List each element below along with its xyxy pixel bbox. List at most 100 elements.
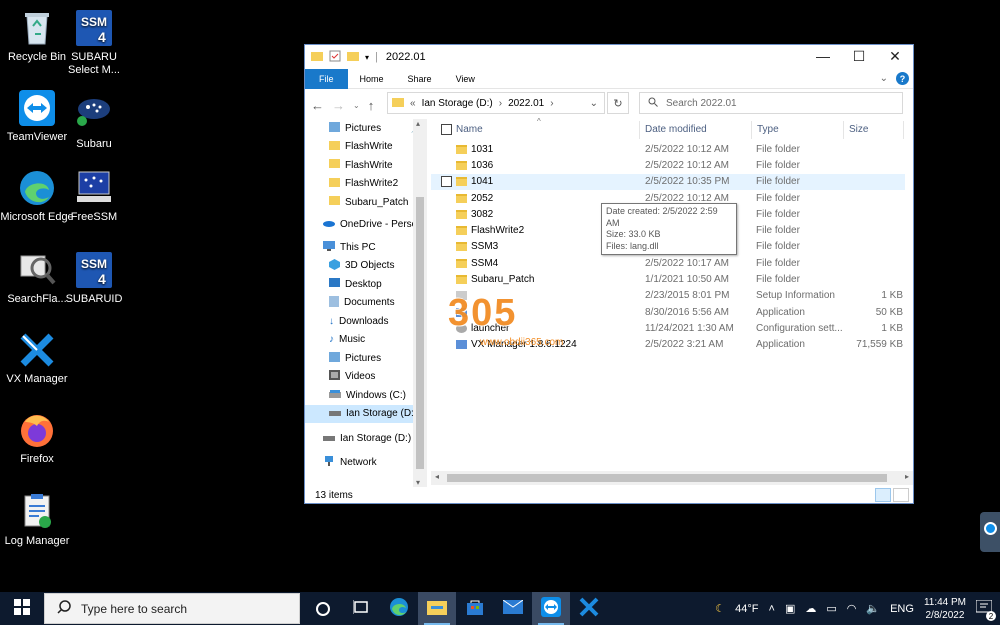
- nav-scrollbar[interactable]: ▴ ▾: [413, 119, 427, 487]
- tab-home[interactable]: Home: [348, 69, 396, 89]
- new-folder-icon[interactable]: [347, 51, 359, 64]
- file-row[interactable]: 1031 2/5/2022 10:12 AM File folder: [431, 141, 905, 157]
- details-view-button[interactable]: [875, 488, 891, 502]
- column-header-size[interactable]: Size: [849, 124, 868, 135]
- nav-item-3d-objects[interactable]: 3D Objects: [305, 257, 427, 276]
- help-icon[interactable]: ?: [896, 72, 909, 85]
- nav-item-pictures[interactable]: Pictures: [305, 349, 427, 368]
- start-button[interactable]: [0, 592, 44, 625]
- large-icons-view-button[interactable]: [893, 488, 909, 502]
- chevron-down-icon[interactable]: ▾: [416, 478, 420, 487]
- refresh-button[interactable]: ↻: [607, 92, 629, 114]
- column-header-type[interactable]: Type: [757, 124, 779, 135]
- search-input[interactable]: Search 2022.01: [666, 98, 737, 109]
- customize-toolbar-icon[interactable]: ▾: [365, 53, 369, 62]
- battery-icon[interactable]: ▭: [826, 602, 836, 615]
- expand-ribbon-icon[interactable]: ⌄: [880, 73, 888, 84]
- file-row[interactable]: 1036 2/5/2022 10:12 AM File folder: [431, 157, 905, 173]
- chevron-right-icon[interactable]: ›: [550, 98, 553, 109]
- recent-locations-icon[interactable]: ⌄: [353, 101, 360, 110]
- notification-icon[interactable]: 2: [975, 599, 996, 621]
- nav-item-music[interactable]: ♪ Music: [305, 331, 427, 350]
- nav-item-flashwrite2[interactable]: FlashWrite2: [305, 175, 427, 194]
- tab-share[interactable]: Share: [396, 69, 444, 89]
- taskbar-mail[interactable]: [494, 592, 532, 625]
- teamviewer-side-panel[interactable]: [980, 512, 1000, 552]
- horizontal-scrollbar-thumb[interactable]: [447, 474, 887, 482]
- input-language[interactable]: ENG: [890, 603, 914, 615]
- watermark-url: www.obdii365.com: [480, 337, 564, 348]
- desktop-icon-log-manager[interactable]: Log Manager: [0, 492, 74, 548]
- chevron-up-icon[interactable]: ˄: [769, 603, 775, 615]
- desktop-icon-subaruid[interactable]: SSM 4 SUBARUID: [57, 250, 131, 306]
- nav-item-videos[interactable]: Videos: [305, 368, 427, 387]
- column-divider[interactable]: [843, 121, 844, 139]
- nav-item-subaru-patch[interactable]: Subaru_Patch: [305, 193, 427, 212]
- taskbar-search-input[interactable]: Type here to search: [81, 602, 187, 616]
- nav-item-flashwrite[interactable]: FlashWrite: [305, 138, 427, 157]
- taskbar-file-explorer[interactable]: [418, 592, 456, 625]
- nav-item-this-pc[interactable]: This PC: [305, 238, 427, 257]
- taskbar-store[interactable]: [456, 592, 494, 625]
- chevron-up-icon[interactable]: ▴: [416, 119, 420, 128]
- column-header-date[interactable]: Date modified: [645, 124, 707, 135]
- weather-temperature[interactable]: 44°F: [735, 603, 758, 615]
- nav-item-network[interactable]: Network: [305, 454, 427, 473]
- nav-item-flashwrite[interactable]: FlashWrite: [305, 156, 427, 175]
- desktop-icon-subaru[interactable]: Subaru: [57, 95, 131, 151]
- chevron-down-icon[interactable]: ⌄: [590, 98, 598, 109]
- chevron-right-icon[interactable]: ›: [499, 98, 502, 109]
- desktop-icon-freessm[interactable]: FreeSSM: [57, 168, 131, 224]
- file-row[interactable]: 1041 2/5/2022 10:35 PM File folder: [431, 173, 905, 190]
- application-icon: [456, 340, 467, 350]
- wifi-icon[interactable]: ◠: [847, 602, 857, 615]
- nav-item-onedrive[interactable]: OneDrive - Person: [305, 216, 427, 235]
- taskbar-vx-manager[interactable]: [570, 592, 608, 625]
- volume-icon[interactable]: 🔈: [866, 602, 880, 615]
- chevron-left-icon[interactable]: ◂: [435, 472, 439, 481]
- nav-item-documents[interactable]: Documents: [305, 294, 427, 313]
- nav-item-windows-c[interactable]: Windows (C:): [305, 386, 427, 405]
- select-all-checkbox[interactable]: [441, 124, 452, 135]
- column-divider[interactable]: [903, 121, 904, 139]
- tab-view[interactable]: View: [444, 69, 487, 89]
- file-row[interactable]: Subaru_Patch 1/1/2021 10:50 AM File folder: [431, 271, 905, 287]
- nav-item-ian-storage-d-selected[interactable]: Ian Storage (D:): [305, 404, 427, 423]
- nav-item-desktop[interactable]: Desktop: [305, 275, 427, 294]
- nav-scrollbar-thumb[interactable]: [416, 197, 424, 469]
- address-segment-folder[interactable]: 2022.01: [508, 98, 544, 109]
- clock[interactable]: 11:44 PM 2/8/2022: [924, 596, 966, 622]
- tray-app-icon[interactable]: ▣: [785, 602, 795, 615]
- onedrive-cloud-icon[interactable]: ☁: [805, 602, 816, 615]
- row-checkbox[interactable]: [441, 176, 452, 188]
- cortana-button[interactable]: [304, 592, 342, 625]
- taskbar-teamviewer[interactable]: [532, 592, 570, 625]
- desktop-icon-firefox[interactable]: Firefox: [0, 410, 74, 466]
- close-button[interactable]: ✕: [877, 45, 913, 67]
- properties-icon[interactable]: [329, 50, 341, 65]
- address-overflow[interactable]: «: [410, 98, 416, 109]
- chevron-right-icon[interactable]: ▸: [905, 472, 909, 481]
- desktop-icon-vx-manager[interactable]: VX Manager: [0, 330, 74, 386]
- minimize-button[interactable]: —: [805, 45, 841, 67]
- column-divider[interactable]: [639, 121, 640, 139]
- tab-file[interactable]: File: [305, 68, 348, 89]
- back-arrow-icon[interactable]: ←: [311, 98, 324, 113]
- file-row[interactable]: SSM4 2/5/2022 10:17 AM File folder: [431, 255, 905, 271]
- horizontal-scrollbar[interactable]: ◂ ▸: [431, 471, 913, 485]
- maximize-button[interactable]: ☐: [841, 45, 877, 67]
- nav-item-downloads[interactable]: ↓ Downloads: [305, 312, 427, 331]
- column-header-name[interactable]: Name: [456, 124, 483, 135]
- desktop-icon-subaru-select-monitor[interactable]: SSM 4 SUBARU Select M...: [57, 8, 131, 77]
- column-divider[interactable]: [751, 121, 752, 139]
- nav-item-ian-storage-d[interactable]: Ian Storage (D:): [305, 429, 427, 448]
- nav-item-pictures-pinned[interactable]: Pictures📌: [305, 119, 427, 138]
- up-arrow-icon[interactable]: ↑: [368, 98, 375, 113]
- task-view-button[interactable]: [342, 592, 380, 625]
- taskbar-edge[interactable]: [380, 592, 418, 625]
- address-bar[interactable]: « Ian Storage (D:) › 2022.01 › ⌄: [387, 92, 605, 114]
- search-box[interactable]: Search 2022.01: [639, 92, 903, 114]
- forward-arrow-icon[interactable]: →: [332, 98, 345, 113]
- taskbar-search-box[interactable]: Type here to search: [44, 593, 300, 624]
- address-segment-drive[interactable]: Ian Storage (D:): [422, 98, 493, 109]
